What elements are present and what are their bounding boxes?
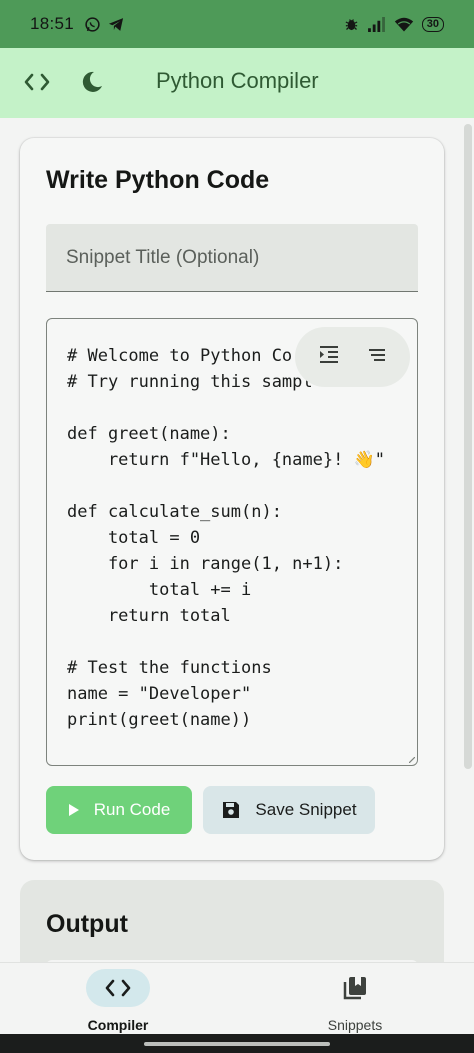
output-heading: Output [46,910,128,938]
code-line: def calculate_sum(n): [67,502,282,522]
code-editor[interactable]: # Welcome to Python Co # Try running this… [46,318,418,766]
save-icon [223,802,240,818]
status-time: 18:51 [30,14,75,33]
run-code-label: Run Code [93,800,171,819]
telegram-icon [108,17,124,31]
snippet-title-input[interactable] [46,224,418,292]
gesture-handle[interactable] [144,1042,330,1046]
nav-label-compiler: Compiler [87,1017,149,1033]
gesture-bar [0,1034,474,1053]
editor-card: Write Python Code # Welcome to Python Co… [20,138,444,860]
code-line: def greet(name): [67,424,231,444]
editor-heading: Write Python Code [46,166,270,194]
play-icon [68,804,79,816]
signal-icon [367,16,385,32]
code-line: for i in range(1, n+1): [67,554,344,574]
bottom-navigation: Compiler Snippets [0,962,474,1034]
page-title: Python Compiler [156,68,319,93]
nav-item-compiler[interactable]: Compiler [70,969,166,1033]
dark-mode-moon-icon[interactable] [80,70,104,94]
code-line: return total [67,606,231,626]
nav-label-snippets: Snippets [327,1017,383,1033]
save-snippet-button[interactable]: Save Snippet [203,786,375,834]
editor-toolbar [295,327,410,387]
code-text[interactable]: # Welcome to Python Co # Try running this… [67,343,385,733]
run-code-button[interactable]: Run Code [46,786,192,834]
nav-item-snippets[interactable]: Snippets [307,969,403,1033]
code-line: total += i [67,580,252,600]
code-line: total = 0 [67,528,201,548]
code-line: name = "Developer" [67,684,252,704]
scrollbar[interactable] [464,124,472,769]
code-line: # Test the functions [67,658,272,678]
bookmarks-icon [323,969,387,1007]
app-bar: Python Compiler [0,48,474,118]
battery-icon: 30 [421,16,444,32]
format-align-icon[interactable] [367,347,387,368]
code-icon[interactable] [24,72,50,92]
code-line: print(greet(name)) [67,710,252,730]
wifi-icon [394,17,413,32]
format-indent-icon[interactable] [318,345,340,370]
status-bar: 18:51 30 [0,0,474,48]
code-icon [86,969,150,1007]
resize-handle[interactable] [409,757,415,763]
code-line: return f"Hello, {name}! 👋" [67,450,385,470]
save-snippet-label: Save Snippet [255,800,357,819]
whatsapp-icon [85,16,100,32]
bug-icon [345,18,358,30]
